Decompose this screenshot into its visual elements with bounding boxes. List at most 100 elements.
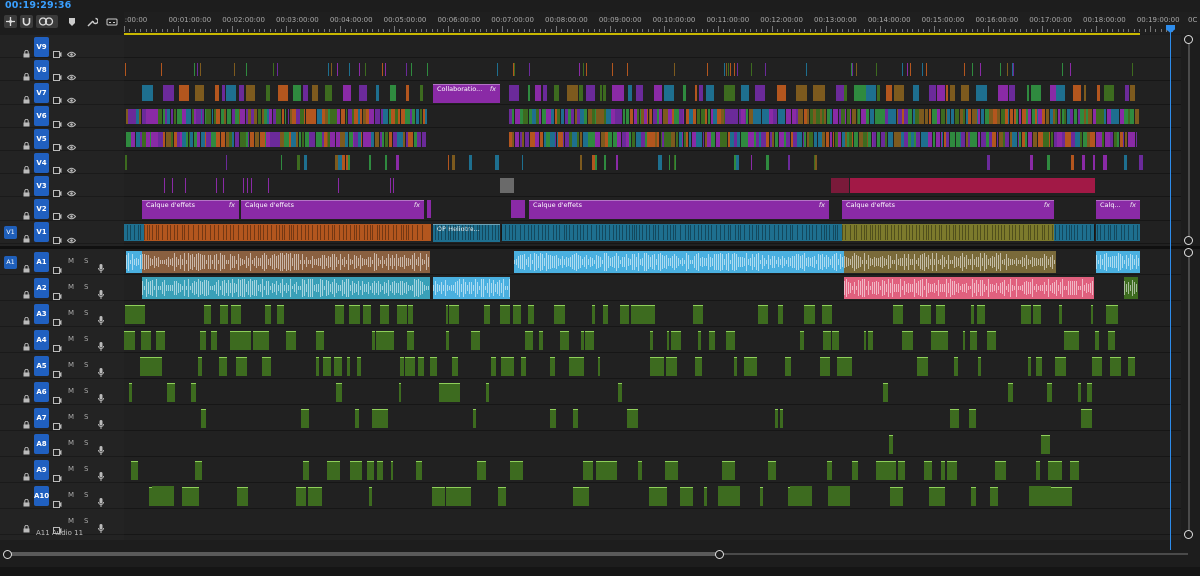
track-target-v6[interactable]: V6 xyxy=(34,106,49,127)
audio-clip[interactable] xyxy=(733,357,738,376)
clip[interactable] xyxy=(422,131,426,147)
sync-lock-icon[interactable] xyxy=(53,89,62,105)
audio-clip[interactable] xyxy=(448,383,460,402)
horizontal-zoom-scrollbar[interactable] xyxy=(0,550,1200,559)
audio-clip[interactable] xyxy=(476,461,486,480)
clip[interactable] xyxy=(961,85,969,101)
clip[interactable] xyxy=(706,85,714,101)
clip[interactable] xyxy=(740,85,750,101)
clip[interactable] xyxy=(891,108,896,124)
clip[interactable] xyxy=(511,108,515,124)
clip[interactable] xyxy=(554,131,556,147)
track-target-a4[interactable]: A4 xyxy=(34,330,49,350)
clip[interactable] xyxy=(945,85,948,101)
clip[interactable] xyxy=(814,155,817,171)
audio-clip[interactable] xyxy=(356,461,362,480)
clip[interactable] xyxy=(411,108,416,124)
clip[interactable] xyxy=(1073,85,1082,101)
labeled-clip[interactable]: Calque d'effets fx xyxy=(842,200,1054,219)
audio-clip[interactable] xyxy=(822,331,831,350)
clip[interactable] xyxy=(1047,155,1051,171)
audio-clip[interactable] xyxy=(525,331,533,350)
clip[interactable] xyxy=(865,85,877,101)
audio-clip[interactable] xyxy=(230,305,239,324)
audio-clip[interactable] xyxy=(323,357,331,376)
clip[interactable] xyxy=(1016,108,1019,124)
audio-clip[interactable] xyxy=(472,409,476,428)
audio-clip[interactable] xyxy=(828,486,850,506)
audio-clip[interactable] xyxy=(1090,305,1094,324)
clip[interactable] xyxy=(785,108,791,124)
audio-clip[interactable] xyxy=(429,357,438,376)
clip[interactable] xyxy=(629,108,634,124)
clip[interactable] xyxy=(298,131,302,147)
lock-icon[interactable] xyxy=(23,112,30,127)
clip[interactable] xyxy=(469,155,472,171)
snap-icon[interactable] xyxy=(20,15,33,28)
clip[interactable] xyxy=(1124,155,1127,171)
audio-clip[interactable] xyxy=(819,357,831,376)
clip[interactable] xyxy=(775,131,779,147)
clip[interactable] xyxy=(669,155,671,171)
clip[interactable] xyxy=(554,85,560,101)
audio-clip[interactable] xyxy=(863,331,867,350)
clip[interactable] xyxy=(287,108,290,124)
solo-button[interactable]: S xyxy=(84,413,88,421)
clip[interactable] xyxy=(664,85,675,101)
clip[interactable] xyxy=(849,108,851,124)
audio-clip[interactable] xyxy=(648,487,661,506)
audio-clip[interactable] xyxy=(846,357,853,376)
clip[interactable] xyxy=(583,108,588,124)
audio-clip[interactable] xyxy=(876,461,893,480)
clip[interactable] xyxy=(876,63,878,77)
clip[interactable] xyxy=(947,108,951,124)
audio-clip[interactable] xyxy=(573,487,590,506)
audio-clip[interactable] xyxy=(923,461,932,480)
clip[interactable] xyxy=(389,178,391,194)
clip[interactable] xyxy=(733,63,735,77)
mute-button[interactable]: M xyxy=(68,465,74,473)
clip[interactable] xyxy=(250,131,254,147)
audio-clip[interactable] xyxy=(416,461,422,480)
clip[interactable] xyxy=(798,108,804,124)
clip[interactable] xyxy=(278,85,289,101)
sync-lock-icon[interactable] xyxy=(53,259,62,274)
eye-icon[interactable] xyxy=(66,229,77,243)
audio-clip[interactable] xyxy=(693,305,704,324)
clip[interactable] xyxy=(980,108,985,124)
clip[interactable] xyxy=(831,178,849,194)
audio-clip[interactable] xyxy=(398,383,402,402)
clip[interactable] xyxy=(302,131,304,147)
clip[interactable] xyxy=(851,131,853,147)
clip[interactable] xyxy=(876,85,880,101)
clip[interactable] xyxy=(1135,108,1139,124)
clip[interactable] xyxy=(539,108,542,124)
clip[interactable] xyxy=(231,131,234,147)
clip[interactable] xyxy=(448,155,450,171)
audio-clip[interactable] xyxy=(994,461,1006,480)
audio-clip[interactable] xyxy=(760,487,764,506)
clip[interactable] xyxy=(910,63,912,77)
audio-clip[interactable] xyxy=(1055,357,1066,376)
clip[interactable] xyxy=(396,155,399,171)
vertical-scrollbars[interactable] xyxy=(1184,35,1194,545)
sync-lock-icon[interactable] xyxy=(53,311,62,326)
microphone-icon[interactable] xyxy=(98,518,104,533)
sync-lock-icon[interactable] xyxy=(53,363,62,378)
audio-clip[interactable] xyxy=(822,305,833,324)
clip[interactable] xyxy=(303,155,308,171)
microphone-icon[interactable] xyxy=(98,414,104,429)
audio-clip[interactable] xyxy=(368,305,372,324)
sync-lock-icon[interactable] xyxy=(53,182,62,198)
audio-clip[interactable] xyxy=(718,486,740,506)
clip[interactable] xyxy=(706,63,708,77)
audio-clip[interactable] xyxy=(199,331,207,350)
track-target-a1[interactable]: A1 xyxy=(34,252,49,272)
mute-button[interactable]: M xyxy=(68,257,74,265)
audio-clip[interactable] xyxy=(1029,486,1051,506)
audio-clip[interactable] xyxy=(666,357,677,376)
clip[interactable] xyxy=(615,155,618,171)
clip[interactable] xyxy=(234,131,239,147)
sync-lock-icon[interactable] xyxy=(53,205,62,221)
clip[interactable] xyxy=(996,108,1000,124)
